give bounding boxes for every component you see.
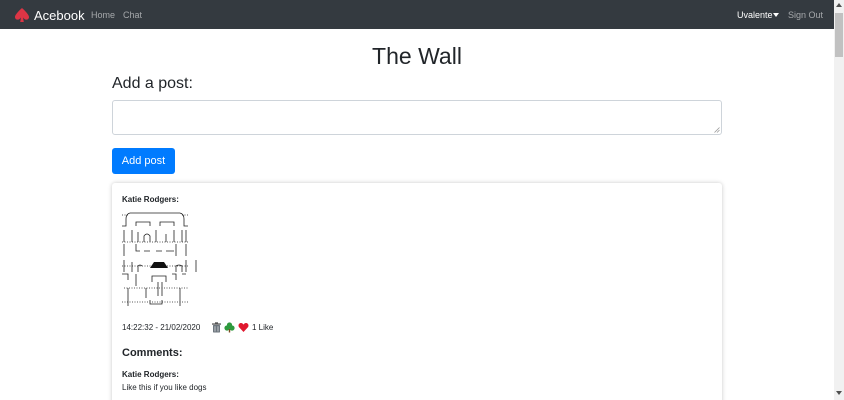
trash-icon[interactable] [211, 322, 222, 333]
heart-icon[interactable] [238, 322, 249, 333]
post-timestamp: 14:22:32 - 21/02/2020 [122, 323, 201, 332]
ascii-art-image [122, 212, 197, 306]
comment-author: Katie Rodgers: [122, 370, 179, 379]
post-author: Katie Rodgers: [122, 195, 179, 204]
comment-text: Like this if you like dogs [122, 383, 207, 392]
post-card: Katie Rodgers: 14:22:32 - 21/02/2020 1 L… [112, 183, 722, 400]
nav-chat-link[interactable]: Chat [123, 10, 142, 20]
navbar: Acebook Home Chat Uvalente Sign Out [0, 0, 834, 29]
brand-name[interactable]: Acebook [34, 8, 85, 23]
tree-icon[interactable] [224, 322, 235, 333]
scroll-up-arrow-icon[interactable] [836, 3, 842, 7]
comments-heading: Comments: [122, 347, 183, 359]
page-scrollbar[interactable] [834, 0, 844, 400]
chevron-down-icon[interactable] [773, 13, 779, 17]
add-post-button[interactable]: Add post [112, 148, 175, 174]
scrollbar-thumb[interactable] [835, 13, 843, 57]
sign-out-link[interactable]: Sign Out [788, 10, 823, 20]
scroll-down-arrow-icon[interactable] [836, 391, 842, 395]
spade-icon[interactable] [14, 7, 30, 23]
resize-grip-icon[interactable] [714, 127, 720, 133]
nav-home-link[interactable]: Home [91, 10, 115, 20]
page-title: The Wall [372, 43, 462, 69]
add-post-label: Add a post: [112, 75, 193, 92]
like-count: 1 Like [252, 323, 274, 332]
user-dropdown[interactable]: Uvalente [737, 10, 773, 20]
post-textarea[interactable] [112, 100, 722, 135]
